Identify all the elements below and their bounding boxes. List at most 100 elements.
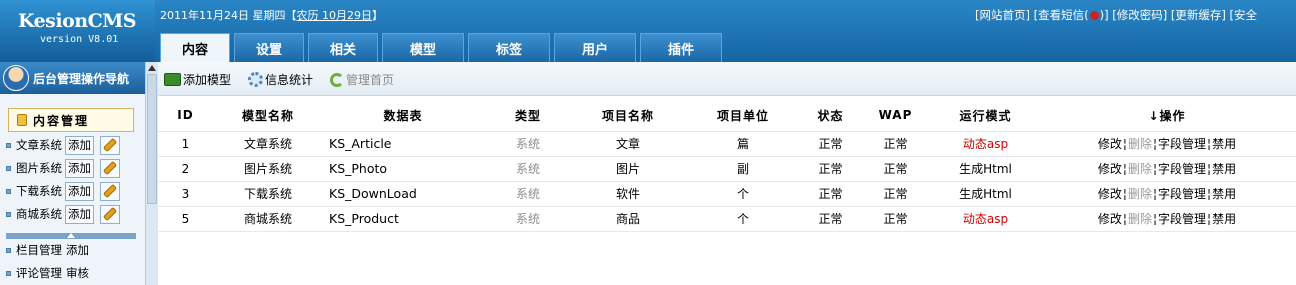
separator: ¦ [1207, 162, 1212, 176]
cell-name: 下载系统 [213, 181, 323, 207]
cell-wap: 正常 [858, 131, 933, 157]
tab-tags[interactable]: 标签 [468, 33, 550, 62]
cell-id: 2 [158, 156, 213, 182]
sidebar-item-label[interactable]: 栏目管理 [16, 242, 62, 258]
manage-home-button[interactable]: 管理首页 [330, 71, 394, 88]
col-type: 类型 [483, 100, 573, 132]
cell-id: 1 [158, 131, 213, 157]
messages-link-close: )] [1099, 8, 1109, 22]
main-tabs: 内容 设置 相关 模型 标签 用户 插件 [160, 33, 722, 62]
add-photo-button[interactable]: 添加 [65, 158, 94, 178]
stats-button[interactable]: 信息统计 [248, 71, 313, 88]
site-home-link[interactable]: [网站首页] [975, 8, 1030, 22]
separator: ¦ [1122, 137, 1127, 151]
add-product-button[interactable]: 添加 [65, 204, 94, 224]
change-password-link[interactable]: [修改密码] [1112, 8, 1167, 22]
lunar-date-link[interactable]: 农历 10月29日 [296, 9, 372, 22]
separator: ¦ [1152, 212, 1158, 226]
cell-item: 文章 [573, 131, 683, 157]
disable-link[interactable]: 禁用 [1212, 187, 1236, 201]
separator: ¦ [1207, 212, 1212, 226]
sidebar-item-label[interactable]: 文章系统 [16, 137, 62, 153]
sidebar-item-comments: 评论管理 审核 [6, 263, 89, 283]
table-row: 1 文章系统 KS_Article 系统 文章 篇 正常 正常 动态asp 修改… [158, 131, 1296, 157]
edit-pencil-icon[interactable] [100, 181, 120, 201]
cell-ops: 修改¦删除¦字段管理¦禁用 [1038, 206, 1296, 232]
review-comments-link[interactable]: 审核 [66, 265, 89, 281]
sidebar-item-label[interactable]: 图片系统 [16, 160, 62, 176]
delete-link-disabled: 删除 [1127, 137, 1152, 151]
top-header: KesionCMS version V8.01 2011年11月24日 星期四【… [0, 0, 1296, 62]
edit-pencil-icon[interactable] [100, 135, 120, 155]
tab-content[interactable]: 内容 [160, 33, 230, 62]
table-row: 5 商城系统 KS_Product 系统 商品 个 正常 正常 动态asp 修改… [158, 206, 1296, 232]
top-links: [网站首页] [查看短信()] [修改密码] [更新缓存] [安全 [975, 7, 1257, 23]
edit-pencil-icon[interactable] [100, 158, 120, 178]
cell-name: 图片系统 [213, 156, 323, 182]
tab-plugins[interactable]: 插件 [640, 33, 722, 62]
scroll-up-icon[interactable] [148, 65, 156, 71]
col-id: ID [158, 100, 213, 132]
disable-link[interactable]: 禁用 [1212, 212, 1236, 226]
sidebar-item-label[interactable]: 商城系统 [16, 206, 62, 222]
collapse-up-icon[interactable] [67, 233, 75, 238]
separator: ¦ [1152, 187, 1158, 201]
sidebar-collapse-bar[interactable] [6, 233, 136, 239]
add-download-button[interactable]: 添加 [65, 181, 94, 201]
disable-link[interactable]: 禁用 [1212, 137, 1236, 151]
scroll-thumb[interactable] [147, 74, 157, 204]
update-cache-link[interactable]: [更新缓存] [1171, 8, 1226, 22]
cell-id: 3 [158, 181, 213, 207]
edit-link[interactable]: 修改 [1098, 212, 1122, 226]
sidebar-header: 后台管理操作导航 [0, 62, 145, 94]
fields-link[interactable]: 字段管理 [1158, 187, 1206, 201]
col-wap: WAP [858, 100, 933, 132]
sidebar-item-label[interactable]: 下载系统 [16, 183, 62, 199]
fields-link[interactable]: 字段管理 [1158, 137, 1206, 151]
bullet-icon [6, 211, 11, 217]
cell-status: 正常 [803, 156, 858, 182]
sidebar-item-article: 文章系统 添加 [6, 135, 120, 155]
fields-link[interactable]: 字段管理 [1158, 212, 1206, 226]
add-article-button[interactable]: 添加 [65, 135, 94, 155]
edit-link[interactable]: 修改 [1098, 162, 1122, 176]
bullet-icon [6, 165, 11, 171]
separator: ¦ [1207, 137, 1212, 151]
separator: ¦ [1152, 162, 1158, 176]
sidebar-item-label[interactable]: 评论管理 [16, 265, 62, 281]
table-row: 3 下载系统 KS_DownLoad 系统 软件 个 正常 正常 生成Html … [158, 181, 1296, 207]
cell-wap: 正常 [858, 181, 933, 207]
col-run-mode: 运行模式 [933, 100, 1038, 132]
col-item-name: 项目名称 [573, 100, 683, 132]
cell-table: KS_Photo [323, 156, 483, 182]
col-db-table: 数据表 [323, 100, 483, 132]
edit-link[interactable]: 修改 [1098, 187, 1122, 201]
table-row: 2 图片系统 KS_Photo 系统 图片 副 正常 正常 生成Html 修改¦… [158, 156, 1296, 182]
safe-exit-link[interactable]: [安全 [1230, 8, 1258, 22]
add-column-link[interactable]: 添加 [66, 242, 89, 258]
messages-link[interactable]: [查看短信()] [1034, 8, 1109, 22]
sidebar-scrollbar[interactable] [145, 62, 158, 285]
logo: KesionCMS version V8.01 [0, 0, 155, 62]
section-content-manage[interactable]: 内容管理 [8, 108, 134, 132]
messages-link-label: [查看短信( [1033, 8, 1089, 22]
cell-mode: 生成Html [933, 156, 1038, 182]
col-operations[interactable]: ↓操作 [1038, 100, 1296, 132]
cell-item: 软件 [573, 181, 683, 207]
stats-label: 信息统计 [265, 73, 314, 87]
tab-settings[interactable]: 设置 [234, 33, 304, 62]
edit-link[interactable]: 修改 [1098, 137, 1122, 151]
disable-link[interactable]: 禁用 [1212, 162, 1236, 176]
cell-type: 系统 [483, 181, 573, 207]
add-model-label: 添加模型 [183, 73, 232, 87]
sidebar-item-photo: 图片系统 添加 [6, 158, 120, 178]
tab-users[interactable]: 用户 [554, 33, 636, 62]
cell-unit: 个 [683, 206, 803, 232]
col-model-name: 模型名称 [213, 100, 323, 132]
cell-status: 正常 [803, 181, 858, 207]
add-model-button[interactable]: 添加模型 [164, 71, 231, 88]
edit-pencil-icon[interactable] [100, 204, 120, 224]
tab-related[interactable]: 相关 [308, 33, 378, 62]
fields-link[interactable]: 字段管理 [1158, 162, 1206, 176]
tab-model[interactable]: 模型 [382, 33, 464, 62]
